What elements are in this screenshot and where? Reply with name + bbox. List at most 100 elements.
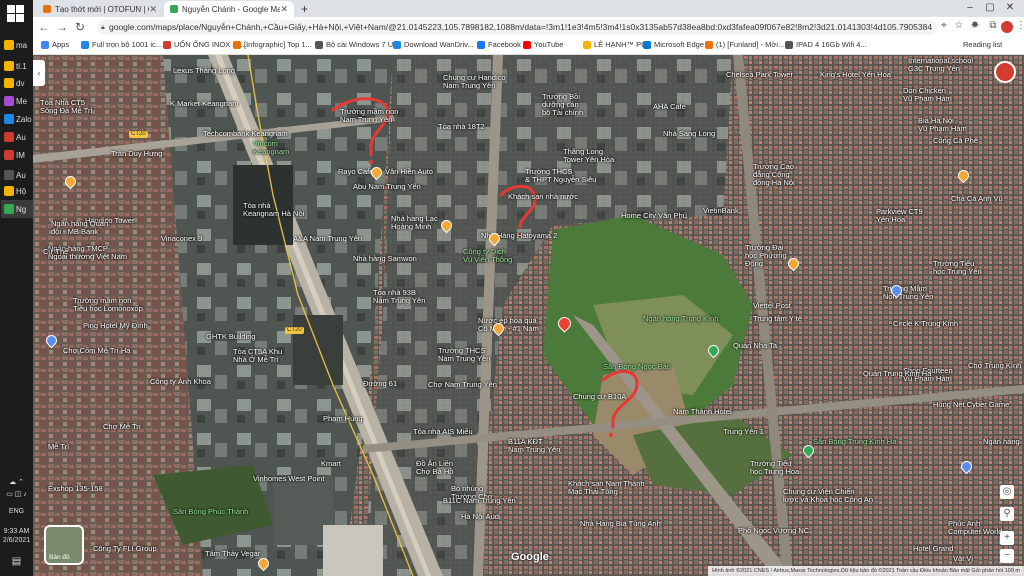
map-place-label[interactable]: Vật Vị — [953, 555, 973, 563]
map-place-label[interactable]: Trường Tiểu học Trung Yên — [933, 260, 982, 276]
bookmark-item[interactable]: [Infographic] Top 1... — [233, 40, 312, 49]
map-place-label[interactable]: Chợ Nam Trung Yên — [428, 381, 497, 389]
map-place-label[interactable]: Đồ Ăn Liền Chợ Bà Hồ — [416, 460, 453, 476]
map-place-label[interactable]: Trường THCS Nam Trung Yên — [438, 347, 490, 363]
map-place-label[interactable]: Chung cư B10A — [573, 393, 626, 401]
map-place-label[interactable]: Abu Nam Trung Yên — [353, 183, 421, 191]
extension-icon[interactable]: ✸ — [969, 20, 981, 31]
map-place-label[interactable]: Bia Hà Nội Vũ Phạm Hàm — [918, 117, 967, 133]
tray-time[interactable]: 9:33 AM — [0, 528, 33, 535]
map-place-label[interactable]: Sân Bóng Ngọc Bảo — [603, 363, 671, 371]
new-tab-button[interactable]: + — [295, 1, 311, 17]
bookmark-item[interactable]: LÊ HẠNH™ PC — [583, 40, 647, 49]
layers-toggle-button[interactable]: Bản đồ — [44, 525, 84, 565]
map-place-label[interactable]: Trung Yên 1 — [723, 428, 764, 436]
taskbar-app-1[interactable]: tl.1 — [1, 57, 33, 75]
map-place-label[interactable]: Chung cư Handico Nam Trung Yên — [443, 74, 506, 90]
windows-start-icon[interactable] — [7, 5, 25, 23]
tray-language[interactable]: ENG — [0, 508, 33, 515]
map-place-label[interactable]: Hà Nội Audi — [461, 513, 501, 521]
address-bar[interactable]: 🔒︎ google.com/maps/place/Nguyễn+Chánh,+C… — [97, 20, 937, 35]
tray-network-icon[interactable]: ▭ ◫ ♪ — [0, 490, 33, 498]
taskbar-app-9[interactable]: Ng — [1, 200, 33, 218]
map-place-label[interactable]: Nhà Hàng Bia Tùng Anh — [580, 520, 661, 528]
zoom-out-button[interactable]: − — [1000, 549, 1014, 563]
map-place-label[interactable]: Tòa nhà AIS Miếu — [413, 428, 473, 436]
map-place-label[interactable]: Trường Tiểu học Trung Hòa — [750, 460, 799, 476]
bookmark-item[interactable]: Microsoft Edge — [643, 40, 704, 49]
maximize-icon[interactable]: ▢ — [983, 2, 997, 13]
lock-icon[interactable]: 🔒︎ — [101, 20, 105, 35]
map-place-label[interactable]: Phạm Hùng — [323, 415, 363, 423]
tab-otofun[interactable]: Tạo thớt mới | OTOFUN | CỘNG... ✕ — [37, 1, 163, 17]
map-place-label[interactable]: VietinBank — [703, 207, 739, 215]
taskbar-app-3[interactable]: Me — [1, 92, 33, 110]
tray-cloud-icon[interactable]: ☁ ⌃ — [0, 478, 33, 486]
bookmark-item[interactable]: (1) [Funland] - Mời... — [705, 40, 784, 49]
map-place-label[interactable]: B11A KĐT Nam Trung Yên — [508, 438, 560, 454]
tab-google-maps[interactable]: Nguyễn Chánh - Google Maps ✕ — [164, 1, 294, 17]
bookmark-item[interactable]: Download WanDriv... — [393, 40, 474, 49]
map-place-label[interactable]: Công ty Dịch Vụ Viễn Thông — [463, 248, 512, 264]
forward-icon[interactable]: → — [55, 20, 69, 34]
map-place-label[interactable]: Khách sạn Nam Thành Mạc Thái Tông — [568, 480, 645, 496]
map-place-label[interactable]: Viettel Post — [753, 302, 791, 310]
reload-icon[interactable]: ↻ — [73, 20, 87, 34]
map-place-label[interactable]: Trường mầm non Tiểu học Lomonoxốp — [73, 297, 143, 313]
map-place-label[interactable]: GHTK Building — [206, 333, 256, 341]
menu-dots-icon[interactable]: ⋮ — [1015, 20, 1024, 31]
map-place-label[interactable]: Trường mầm non Nam Trung Yên — [340, 108, 398, 124]
map-place-label[interactable]: A&A Nam Trung Yên — [293, 235, 362, 243]
taskbar-app-8[interactable]: Hộ — [1, 182, 33, 200]
map-place-label[interactable]: Quán Trung Kinh Hà — [863, 370, 931, 378]
map-place-label[interactable]: Tòa CT5A Khu Nhà Ở Mễ Trì — [233, 348, 282, 364]
map-place-label[interactable]: Mễ Trì — [48, 443, 69, 451]
map-place-label[interactable]: Vincom Keangnam — [253, 140, 289, 156]
close-window-icon[interactable]: ✕ — [1003, 2, 1017, 13]
map-place-label[interactable]: Home City Văn Phú — [621, 212, 687, 220]
map-place-label[interactable]: Chung cư Viện Chiến lược và Khoa học Côn… — [783, 488, 873, 504]
map-place-label[interactable]: Tòa nhà Keangnam Hà Nội — [243, 202, 304, 218]
map-place-label[interactable]: Ngân hàng Trung Kính — [643, 315, 718, 323]
map-place-label[interactable]: International school G3C Trung Yên — [908, 57, 973, 73]
bookmark-item[interactable]: Facebook — [477, 40, 521, 49]
map-place-label[interactable]: AHA Cafe — [653, 103, 686, 111]
map-place-label[interactable]: Vân Hiền Auto — [385, 168, 433, 176]
map-place-label[interactable]: Trường Cao đẳng Cộng đồng Hà Nội — [753, 163, 795, 187]
taskbar-app-6[interactable]: IM — [1, 146, 33, 164]
tray-date[interactable]: 2/6/2021 — [0, 537, 33, 544]
map-place-label[interactable]: Chelsea Park Tower — [726, 71, 793, 79]
map-place-label[interactable]: Ngân hàng — [983, 438, 1020, 446]
notification-icon[interactable]: ▤ — [0, 556, 33, 567]
my-location-icon[interactable]: ◎ — [1000, 485, 1014, 499]
map-place-label[interactable]: Thăng Long Tower Yên Hòa — [563, 148, 614, 164]
taskbar-app-5[interactable]: Au — [1, 128, 33, 146]
map-place-label[interactable]: Nước ép hoa quả Cô Minh - #1 Nam — [478, 317, 539, 333]
map-place-label[interactable]: Tòa Nhà CT5 Sông Đà Mễ Trì — [40, 99, 93, 115]
puzzle-icon[interactable]: ⧉ — [987, 20, 999, 31]
map-place-label[interactable]: Trung tâm Y tế — [753, 315, 802, 323]
map-place-label[interactable]: Ngân hàng Quân đội - MB Bank — [51, 220, 108, 236]
map-place-label[interactable]: Vinhomes West Point — [253, 475, 324, 483]
taskbar-app-2[interactable]: dv — [1, 74, 33, 92]
map-place-label[interactable]: Chợ Mễ Trì — [103, 423, 141, 431]
map-place-label[interactable]: Phúc Anh Computer World — [948, 520, 1002, 536]
close-tab-icon[interactable]: ✕ — [149, 4, 157, 15]
map-place-label[interactable]: Trường Bồi dưỡng cán bộ Tài chính — [542, 93, 583, 117]
map-place-label[interactable]: Cư Thế — [43, 248, 68, 256]
map-place-label[interactable]: Nhà hàng Lạc Hoàng Minh — [391, 215, 438, 231]
map-place-label[interactable]: Ping Hotel Mỹ Đình — [83, 322, 148, 330]
collapse-panel-button[interactable]: ‹ — [33, 60, 45, 86]
map-place-label[interactable]: Nhà hàng Samwon — [353, 255, 417, 263]
map-place-label[interactable]: Chợ Cốm Mễ Trì Hạ — [63, 347, 130, 355]
map-place-label[interactable]: Chợ Trung Kính — [968, 362, 1021, 370]
map-place-label[interactable]: Don Chicken Vũ Phạm Hàm — [903, 87, 952, 103]
map-place-label[interactable]: B11C Nam Trung Yên — [443, 497, 516, 505]
map-place-label[interactable]: Rayo Cafe — [338, 168, 373, 176]
satellite-map[interactable]: Lexus Thăng Long Chung cư Handico Nam Tru… — [33, 55, 1024, 576]
account-avatar[interactable] — [994, 61, 1016, 83]
bookmark-item[interactable]: Full trọn bộ 1001 ic... — [81, 40, 162, 49]
map-place-label[interactable]: Lexus Thăng Long — [173, 67, 235, 75]
map-place-label[interactable]: Circle K Trung Kính — [893, 320, 958, 328]
taskbar-app-4[interactable]: Zalo — [1, 110, 33, 128]
